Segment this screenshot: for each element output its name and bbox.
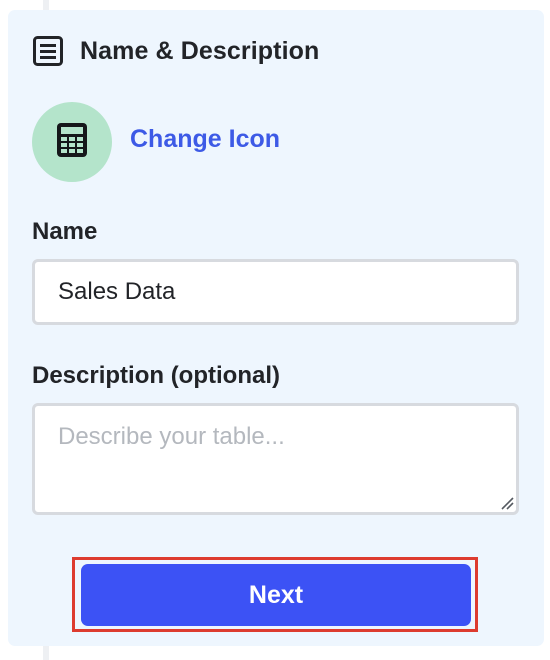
description-label: Description (optional) (32, 362, 280, 389)
change-icon-link[interactable]: Change Icon (130, 125, 280, 154)
name-input[interactable] (32, 259, 519, 325)
name-description-panel: Name & Description Change Icon Name Desc… (8, 10, 544, 646)
table-icon-preview[interactable] (32, 102, 112, 182)
name-label: Name (32, 218, 98, 245)
section-title: Name & Description (80, 36, 320, 65)
description-textarea[interactable] (32, 403, 519, 515)
document-list-icon (32, 35, 64, 67)
section-header: Name & Description (32, 35, 319, 67)
calculator-icon (56, 122, 88, 162)
next-button[interactable]: Next (81, 564, 471, 626)
resize-handle-icon[interactable] (500, 496, 514, 510)
